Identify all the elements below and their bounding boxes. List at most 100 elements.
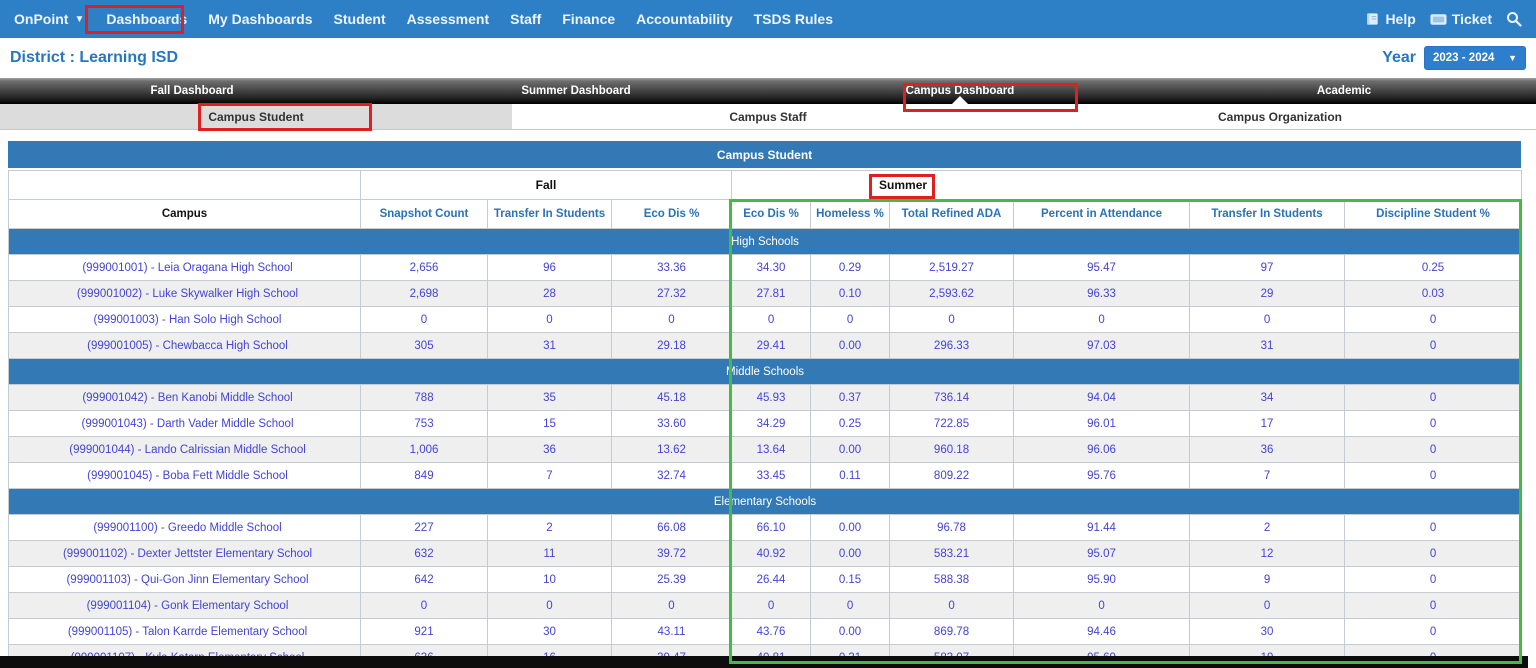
- value-cell: 0: [889, 306, 1015, 333]
- help-button[interactable]: Help: [1365, 11, 1416, 27]
- value-cell: 0: [1013, 306, 1191, 333]
- tab-fall-dashboard[interactable]: Fall Dashboard: [0, 78, 384, 104]
- value-cell: 26.44: [731, 566, 812, 593]
- nav-item-staff[interactable]: Staff: [510, 11, 541, 27]
- value-cell: 7: [487, 462, 612, 489]
- value-cell: 0: [1344, 592, 1523, 619]
- value-cell: 0: [1344, 618, 1523, 645]
- value-cell: 30: [1189, 618, 1346, 645]
- campus-link[interactable]: (999001103) - Qui-Gon Jinn Elementary Sc…: [8, 566, 361, 593]
- campus-link[interactable]: (999001102) - Dexter Jettster Elementary…: [8, 540, 361, 567]
- sub-tab-bar: Campus Student Campus Staff Campus Organiz…: [0, 104, 1536, 130]
- subheader: District : Learning ISD Year 2023 - 2024…: [0, 38, 1536, 78]
- value-cell: 96.78: [889, 514, 1015, 541]
- value-cell: 296.33: [889, 332, 1015, 359]
- column-header-total-refined-ada[interactable]: Total Refined ADA: [889, 199, 1015, 229]
- campus-link[interactable]: (999001003) - Han Solo High School: [8, 306, 361, 333]
- campus-link[interactable]: (999001043) - Darth Vader Middle School: [8, 410, 361, 437]
- column-header-transfer-in-students[interactable]: Transfer In Students: [487, 199, 612, 229]
- value-cell: 0: [1344, 566, 1523, 593]
- sub-tab-campus-organization[interactable]: Campus Organization: [1024, 104, 1536, 129]
- value-cell: 2,519.27: [889, 254, 1015, 281]
- campus-link[interactable]: (999001005) - Chewbacca High School: [8, 332, 361, 359]
- campus-link[interactable]: (999001002) - Luke Skywalker High School: [8, 280, 361, 307]
- value-cell: 642: [360, 566, 488, 593]
- value-cell: 0.00: [810, 618, 891, 645]
- campus-link[interactable]: (999001100) - Greedo Middle School: [8, 514, 361, 541]
- value-cell: 0.25: [1344, 254, 1523, 281]
- value-cell: 0.00: [810, 436, 891, 463]
- column-header-homeless[interactable]: Homeless %: [810, 199, 891, 229]
- value-cell: 34.29: [731, 410, 812, 437]
- value-cell: 0: [1344, 306, 1523, 333]
- group-header-fall: Fall: [359, 170, 733, 200]
- value-cell: 13.62: [610, 436, 733, 463]
- value-cell: 0.00: [810, 514, 891, 541]
- nav-right: Help Ticket: [1365, 11, 1522, 27]
- value-cell: 0.03: [1344, 280, 1523, 307]
- tab-academic[interactable]: Academic: [1152, 78, 1536, 104]
- value-cell: 31: [487, 332, 612, 359]
- value-cell: 0: [1344, 462, 1523, 489]
- campus-link[interactable]: (999001001) - Leia Oragana High School: [8, 254, 361, 281]
- campus-link[interactable]: (999001044) - Lando Calrissian Middle Sc…: [8, 436, 361, 463]
- table-title-bar: Campus Student: [8, 141, 1521, 168]
- value-cell: 583.21: [889, 540, 1015, 567]
- value-cell: 94.04: [1013, 384, 1191, 411]
- chevron-down-icon: ▼: [74, 13, 85, 25]
- value-cell: 66.10: [731, 514, 812, 541]
- campus-link[interactable]: (999001045) - Boba Fett Middle School: [8, 462, 361, 489]
- value-cell: 0: [731, 306, 812, 333]
- value-cell: 0: [610, 592, 733, 619]
- campus-link[interactable]: (999001104) - Gonk Elementary School: [8, 592, 361, 619]
- column-header-row: Campus Snapshot Count Transfer In Students…: [8, 199, 1523, 229]
- chevron-down-icon: ▼: [1508, 53, 1517, 63]
- column-header-transfer-in-students[interactable]: Transfer In Students: [1189, 199, 1346, 229]
- table-row: (999001100) - Greedo Middle School 227 2 66…: [8, 514, 1523, 541]
- value-cell: 35: [487, 384, 612, 411]
- sub-tab-campus-student[interactable]: Campus Student: [0, 104, 512, 129]
- sub-tab-campus-staff[interactable]: Campus Staff: [512, 104, 1024, 129]
- horizontal-scrollbar[interactable]: [0, 656, 1528, 668]
- value-cell: 12: [1189, 540, 1346, 567]
- nav-item-student[interactable]: Student: [334, 11, 386, 27]
- nav-item-assessment[interactable]: Assessment: [407, 11, 490, 27]
- ticket-button[interactable]: Ticket: [1430, 11, 1492, 27]
- value-cell: 40.92: [731, 540, 812, 567]
- value-cell: 0.11: [810, 462, 891, 489]
- value-cell: 849: [360, 462, 488, 489]
- active-tab-pointer: [952, 96, 968, 104]
- column-header-eco-dis[interactable]: Eco Dis %: [610, 199, 733, 229]
- column-header-eco-dis[interactable]: Eco Dis %: [731, 199, 812, 229]
- nav-item-tsds-rules[interactable]: TSDS Rules: [754, 11, 833, 27]
- nav-item-dashboards[interactable]: Dashboards: [106, 11, 187, 27]
- value-cell: 921: [360, 618, 488, 645]
- year-select[interactable]: 2023 - 2024 ▼: [1424, 46, 1526, 70]
- column-header-percent-in-attendance[interactable]: Percent in Attendance: [1013, 199, 1191, 229]
- column-header-discipline-student[interactable]: Discipline Student %: [1344, 199, 1523, 229]
- campus-link[interactable]: (999001042) - Ben Kanobi Middle School: [8, 384, 361, 411]
- value-cell: 0.37: [810, 384, 891, 411]
- table-row: (999001045) - Boba Fett Middle School 849…: [8, 462, 1523, 489]
- year-area: Year 2023 - 2024 ▼: [1382, 46, 1526, 70]
- nav-item-my-dashboards[interactable]: My Dashboards: [208, 11, 312, 27]
- search-icon[interactable]: [1506, 11, 1522, 27]
- section-label: Elementary Schools: [7, 488, 1523, 515]
- column-header-campus[interactable]: Campus: [8, 199, 361, 229]
- value-cell: 29: [1189, 280, 1346, 307]
- campus-link[interactable]: (999001105) - Talon Karrde Elementary Sc…: [8, 618, 361, 645]
- value-cell: 0.00: [810, 540, 891, 567]
- value-cell: 36: [1189, 436, 1346, 463]
- nav-item-finance[interactable]: Finance: [562, 11, 615, 27]
- column-header-snapshot-count[interactable]: Snapshot Count: [360, 199, 488, 229]
- table-row: (999001042) - Ben Kanobi Middle School 78…: [8, 384, 1523, 411]
- value-cell: 632: [360, 540, 488, 567]
- value-cell: 0: [889, 592, 1015, 619]
- brand-menu[interactable]: OnPoint ▼: [14, 11, 84, 27]
- tab-summer-dashboard[interactable]: Summer Dashboard: [384, 78, 768, 104]
- nav-item-accountability[interactable]: Accountability: [636, 11, 732, 27]
- tab-campus-dashboard[interactable]: Campus Dashboard: [768, 78, 1152, 104]
- campus-student-table-wrap: Campus Student Fall Summer Campus Snapshot…: [7, 141, 1523, 668]
- table-row: (999001105) - Talon Karrde Elementary Sc…: [8, 618, 1523, 645]
- value-cell: 15: [487, 410, 612, 437]
